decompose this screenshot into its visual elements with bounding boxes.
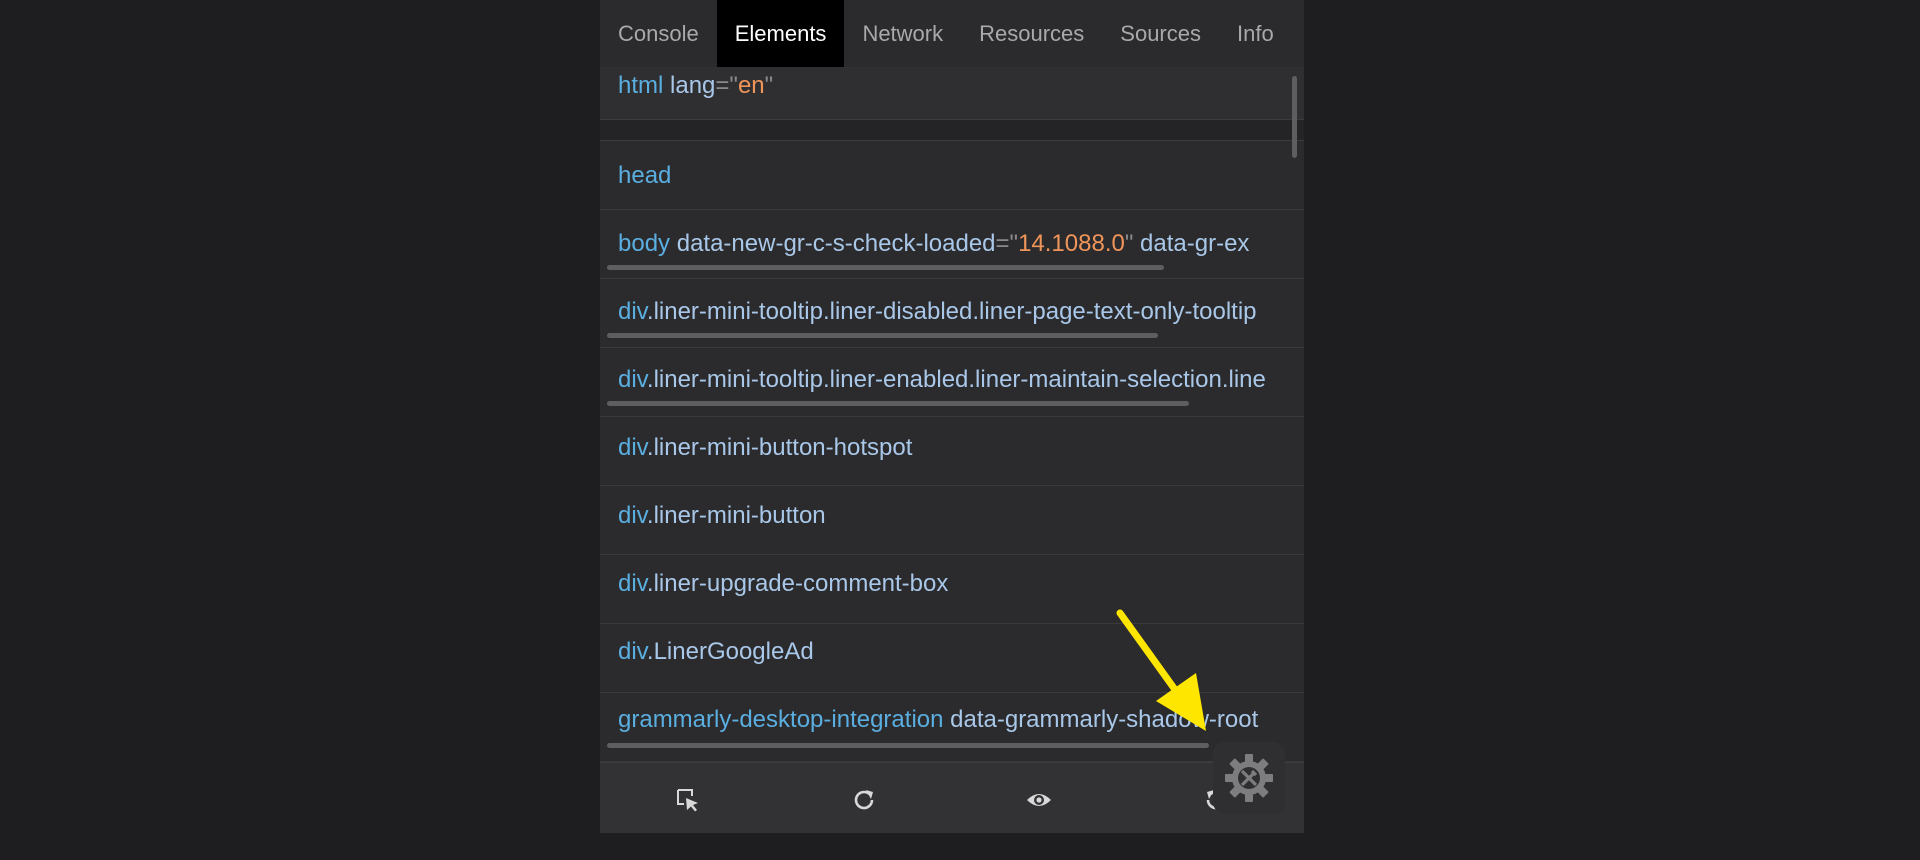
tree-row-body[interactable]: body data-new-gr-c-s-check-loaded="14.10…	[600, 210, 1304, 279]
node-label: div.liner-mini-button	[618, 502, 826, 530]
node-label: html lang="en"	[618, 72, 774, 99]
tab-sources[interactable]: Sources	[1102, 0, 1219, 67]
tree-row-head[interactable]: head	[600, 141, 1304, 210]
node-value: en	[737, 72, 765, 99]
node-tag: div	[618, 502, 647, 529]
node-label: div.liner-mini-button-hotspot	[618, 434, 912, 462]
gear-tools-icon[interactable]	[1213, 742, 1285, 814]
node-label: div.liner-mini-tooltip.liner-disabled.li…	[618, 298, 1257, 326]
node-tag: body	[618, 230, 671, 257]
refresh-icon[interactable]	[849, 785, 879, 815]
node-tag: div	[618, 366, 647, 393]
node-attr: lang	[670, 72, 716, 99]
tree-vertical-scrollbar[interactable]	[1292, 76, 1297, 158]
row-horizontal-scrollbar[interactable]	[607, 743, 1209, 748]
tree-row-div[interactable]: div.liner-mini-button-hotspot	[600, 417, 1304, 486]
node-label: div.liner-upgrade-comment-box	[618, 570, 948, 598]
node-label: div.liner-mini-tooltip.liner-enabled.lin…	[618, 366, 1266, 394]
node-tag: grammarly-desktop-integration	[618, 706, 944, 733]
row-horizontal-scrollbar[interactable]	[607, 265, 1164, 270]
select-element-icon[interactable]	[673, 785, 703, 815]
tree-separator	[600, 120, 1304, 141]
node-class: .liner-mini-tooltip.liner-disabled.liner…	[646, 298, 1257, 325]
tree-row-div[interactable]: div.liner-mini-tooltip.liner-disabled.li…	[600, 279, 1304, 348]
tab-resources[interactable]: Resources	[961, 0, 1102, 67]
node-attr: data-new-gr-c-s-check-loaded	[676, 230, 996, 257]
node-tag: html	[618, 72, 664, 99]
devtools-tab-bar: Console Elements Network Resources Sourc…	[600, 0, 1304, 67]
node-tag: div	[618, 638, 647, 665]
tree-row-div[interactable]: div.liner-mini-button	[600, 486, 1304, 555]
tab-console[interactable]: Console	[600, 0, 717, 67]
tab-info[interactable]: Info	[1219, 0, 1292, 67]
tree-row-div[interactable]: div.liner-mini-tooltip.liner-enabled.lin…	[600, 348, 1304, 417]
row-horizontal-scrollbar[interactable]	[607, 333, 1158, 338]
node-class: .LinerGoogleAd	[646, 638, 814, 665]
tab-elements[interactable]: Elements	[716, 0, 845, 67]
tab-network[interactable]: Network	[844, 0, 961, 67]
node-class: .liner-mini-button-hotspot	[646, 434, 913, 461]
row-horizontal-scrollbar[interactable]	[607, 401, 1189, 406]
node-attr: data-gr-ex	[1140, 230, 1250, 257]
node-class: .liner-upgrade-comment-box	[646, 570, 949, 597]
node-value: 14.1088.0	[1018, 230, 1125, 257]
bottom-toolbar	[600, 762, 1304, 833]
node-tag: div	[618, 570, 647, 597]
node-tag: div	[618, 434, 647, 461]
tree-row-html[interactable]: html lang="en"	[600, 67, 1304, 120]
node-tag: head	[618, 162, 672, 189]
node-label: body data-new-gr-c-s-check-loaded="14.10…	[618, 230, 1250, 257]
node-label: head	[618, 162, 671, 190]
node-label: div.LinerGoogleAd	[618, 638, 814, 666]
node-tag: div	[618, 298, 647, 325]
annotation-arrow-icon	[1116, 609, 1206, 731]
node-class: .liner-mini-button	[646, 502, 826, 529]
node-class: .liner-mini-tooltip.liner-enabled.liner-…	[646, 366, 1266, 393]
eye-icon[interactable]	[1024, 785, 1054, 815]
